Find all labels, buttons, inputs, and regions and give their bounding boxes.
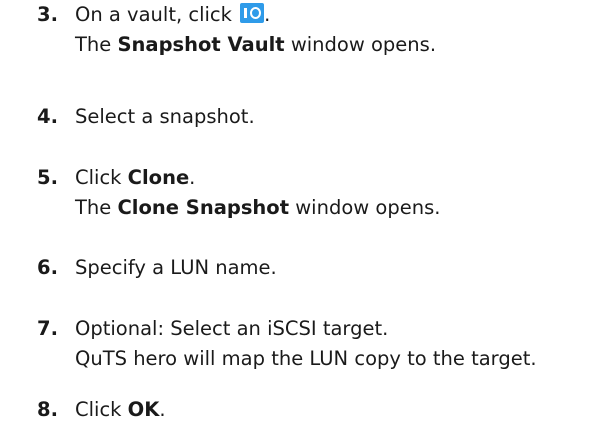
step-number: 5. xyxy=(37,166,58,189)
step-text: Click xyxy=(75,166,122,189)
step-text-suffix: . xyxy=(159,398,166,421)
ok-label: OK xyxy=(127,398,160,421)
step-result: The Clone Snapshot window opens. xyxy=(75,193,440,223)
step-body: Optional: Select an iSCSI target. QuTS h… xyxy=(75,314,537,374)
step-instruction: Click Clone. xyxy=(75,163,440,193)
step-instruction: On a vault, click . xyxy=(75,0,436,30)
step-instruction: Specify a LUN name. xyxy=(75,256,277,279)
step-number: 4. xyxy=(37,105,58,128)
step-number: 8. xyxy=(37,398,58,421)
step-number: 3. xyxy=(37,3,58,26)
step-instruction: Optional: Select an iSCSI target. xyxy=(75,317,389,340)
step-number: 7. xyxy=(37,317,58,340)
step-body: Specify a LUN name. xyxy=(75,253,277,283)
snapshot-vault-icon xyxy=(240,3,265,23)
step-body: On a vault, click . The Snapshot Vault w… xyxy=(75,0,436,60)
result-prefix: The xyxy=(75,196,112,219)
clone-label: Clone xyxy=(127,166,190,189)
step-text-suffix: . xyxy=(264,3,271,26)
step-text: On a vault, click xyxy=(75,3,232,26)
step-body: Select a snapshot. xyxy=(75,102,255,132)
step-body: Click Clone. The Clone Snapshot window o… xyxy=(75,163,440,223)
step-number: 6. xyxy=(37,256,58,279)
window-name: Snapshot Vault xyxy=(117,33,285,56)
step-note: QuTS hero will map the LUN copy to the t… xyxy=(75,347,537,370)
step-result: The Snapshot Vault window opens. xyxy=(75,30,436,60)
result-prefix: The xyxy=(75,33,112,56)
result-suffix: window opens. xyxy=(295,196,441,219)
step-text-suffix: . xyxy=(189,166,196,189)
result-suffix: window opens. xyxy=(290,33,437,56)
step-body: Click OK. xyxy=(75,395,166,425)
step-instruction: Click OK. xyxy=(75,395,166,425)
step-instruction: Select a snapshot. xyxy=(75,105,255,128)
window-name: Clone Snapshot xyxy=(117,196,290,219)
step-text: Click xyxy=(75,398,122,421)
